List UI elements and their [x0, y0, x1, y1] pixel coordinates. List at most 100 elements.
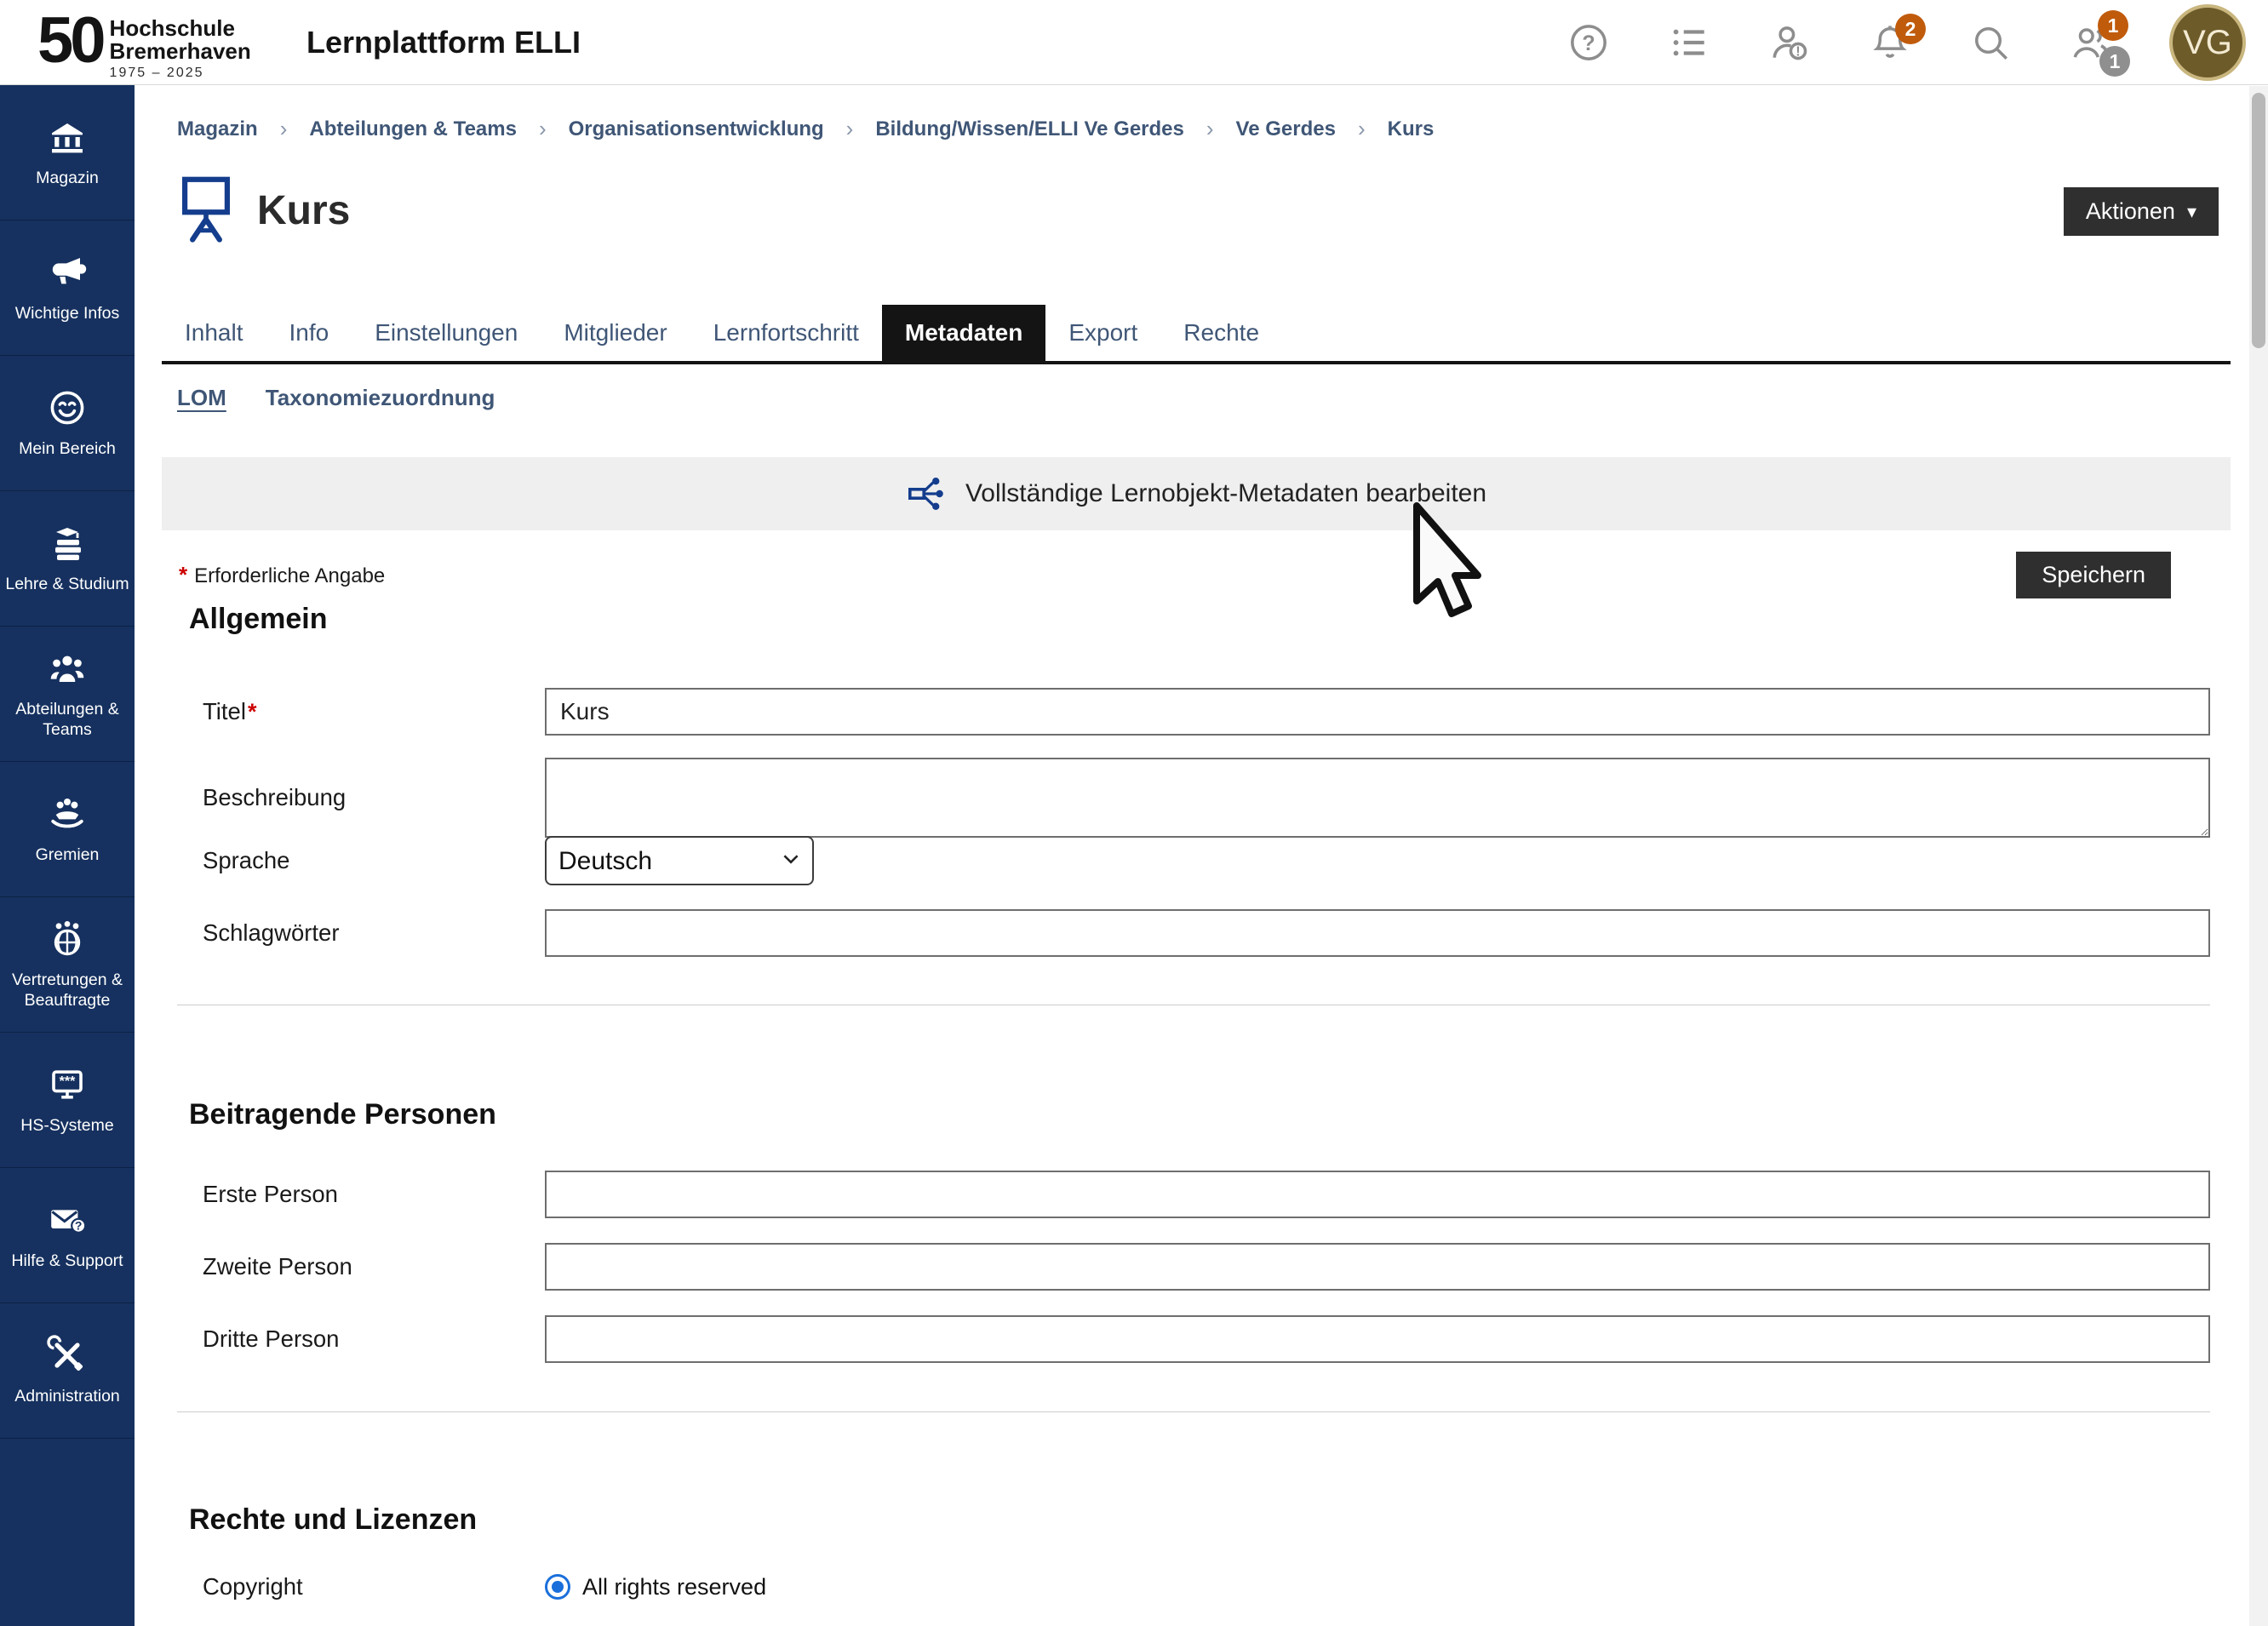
sidebar-item-wichtige-infos[interactable]: Wichtige Infos [0, 220, 135, 356]
breadcrumb-separator: › [280, 116, 288, 142]
tab-lernfortschritt[interactable]: Lernfortschritt [690, 305, 882, 361]
breadcrumb-separator: › [846, 116, 854, 142]
sidebar-item-mein-bereich[interactable]: Mein Bereich [0, 356, 135, 491]
members-badge-new: 1 [2098, 10, 2128, 41]
breadcrumb-item-bildung-wissen[interactable]: Bildung/Wissen/ELLI Ve Gerdes [875, 117, 1184, 141]
smiley-icon [47, 387, 88, 428]
save-button[interactable]: Speichern [2016, 552, 2171, 598]
sidebar-item-label: Magazin [36, 168, 99, 188]
app-title: Lernplattform ELLI [306, 25, 581, 60]
required-asterisk: * [179, 562, 187, 587]
sidebar-item-administration[interactable]: Administration [0, 1303, 135, 1439]
mail-question-icon: ? [47, 1199, 88, 1240]
tab-export[interactable]: Export [1045, 305, 1160, 361]
sidebar-item-label: Hilfe & Support [11, 1251, 123, 1271]
members-button[interactable]: 1 1 [2069, 20, 2113, 65]
breadcrumb-separator: › [1358, 116, 1366, 142]
edit-full-metadata-bar[interactable]: Vollständige Lernobjekt-Metadaten bearbe… [162, 457, 2231, 530]
notifications-button[interactable]: 2 [1868, 20, 1912, 65]
help-icon: ? [1567, 21, 1610, 64]
main-content: Magazin › Abteilungen & Teams › Organisa… [135, 85, 2249, 1626]
logo-line1: Hochschule [110, 17, 251, 40]
list-icon [1668, 21, 1710, 64]
members-badge-count: 1 [2099, 46, 2130, 77]
required-asterisk: * [248, 699, 257, 724]
user-avatar[interactable]: VG [2169, 4, 2246, 81]
crossed-tools-icon [47, 1335, 88, 1376]
field-row-beschreibung: Beschreibung [177, 758, 2210, 838]
field-row-titel: Titel* [177, 688, 2210, 736]
metadata-subtabs: LOM Taxonomiezuordnung [177, 385, 495, 411]
page-title: Kurs [257, 187, 350, 234]
field-row-schlagwoerter: Schlagwörter [177, 909, 2210, 957]
sidebar-item-vertretungen[interactable]: Vertretungen & Beauftragte [0, 897, 135, 1033]
books-icon [47, 523, 88, 564]
monitor-asterisks-icon: *** [47, 1064, 88, 1105]
sidebar-item-label: Lehre & Studium [5, 574, 129, 594]
sidebar-item-label: Wichtige Infos [15, 303, 119, 323]
titel-label: Titel* [177, 698, 545, 725]
actions-button[interactable]: Aktionen ▾ [2064, 187, 2219, 236]
tab-rechte[interactable]: Rechte [1160, 305, 1282, 361]
tab-metadaten[interactable]: Metadaten [882, 305, 1045, 361]
page-header: Kurs [177, 174, 350, 248]
pending-requests-button[interactable]: ! [1767, 20, 1812, 65]
svg-text:***: *** [60, 1074, 76, 1089]
logo-50: 50 [37, 7, 103, 75]
zweite-person-label: Zweite Person [177, 1253, 545, 1280]
field-row-zweite-person: Zweite Person [177, 1243, 2210, 1291]
main-sidebar: Magazin Wichtige Infos Mein Bereich [0, 85, 135, 1626]
subtab-lom[interactable]: LOM [177, 385, 226, 411]
zweite-person-input[interactable] [545, 1243, 2210, 1291]
copyright-radio-group: All rights reserved [545, 1574, 2210, 1600]
user-alert-icon: ! [1768, 21, 1811, 64]
edit-full-metadata-label: Vollständige Lernobjekt-Metadaten bearbe… [965, 479, 1486, 508]
tab-info[interactable]: Info [266, 305, 352, 361]
app-window: 50 Hochschule Bremerhaven 1975 – 2025 Le… [0, 0, 2268, 1626]
sidebar-item-magazin[interactable]: Magazin [0, 85, 135, 220]
sidebar-item-label: Gremien [36, 844, 100, 865]
dritte-person-input[interactable] [545, 1315, 2210, 1363]
copyright-radio-selected[interactable] [545, 1574, 570, 1600]
field-row-dritte-person: Dritte Person [177, 1315, 2210, 1363]
schlagwoerter-input[interactable] [545, 909, 2210, 957]
page-scrollbar[interactable] [2249, 86, 2268, 1626]
sidebar-item-gremien[interactable]: Gremien [0, 762, 135, 897]
help-button[interactable]: ? [1566, 20, 1611, 65]
beschreibung-textarea[interactable] [545, 758, 2210, 838]
course-tabs: Inhalt Info Einstellungen Mitglieder Ler… [162, 305, 2231, 364]
overview-list-button[interactable] [1667, 20, 1711, 65]
tab-einstellungen[interactable]: Einstellungen [352, 305, 541, 361]
scrollbar-thumb[interactable] [2252, 93, 2265, 348]
globe-people-icon [47, 919, 88, 959]
erste-person-input[interactable] [545, 1171, 2210, 1218]
breadcrumb-item-kurs[interactable]: Kurs [1388, 117, 1435, 141]
search-button[interactable] [1968, 20, 2013, 65]
tab-mitglieder[interactable]: Mitglieder [541, 305, 690, 361]
sidebar-item-hs-systeme[interactable]: *** HS-Systeme [0, 1033, 135, 1168]
sprache-select[interactable]: Deutsch [545, 836, 814, 885]
field-row-erste-person: Erste Person [177, 1171, 2210, 1218]
top-header: 50 Hochschule Bremerhaven 1975 – 2025 Le… [0, 0, 2268, 85]
dritte-person-label: Dritte Person [177, 1325, 545, 1353]
search-icon [1969, 21, 2012, 64]
subtab-taxonomiezuordnung[interactable]: Taxonomiezuordnung [266, 385, 495, 411]
people-group-icon [47, 648, 88, 689]
field-row-sprache: Sprache Deutsch [177, 836, 2210, 885]
sidebar-item-label: Abteilungen & Teams [4, 699, 130, 741]
sidebar-item-abteilungen-teams[interactable]: Abteilungen & Teams [0, 627, 135, 762]
share-nodes-icon [906, 473, 947, 514]
breadcrumb-item-ve-gerdes[interactable]: Ve Gerdes [1236, 117, 1336, 141]
breadcrumb-item-abteilungen[interactable]: Abteilungen & Teams [309, 117, 517, 141]
tab-inhalt[interactable]: Inhalt [162, 305, 266, 361]
breadcrumb-item-organisationsentwicklung[interactable]: Organisationsentwicklung [569, 117, 824, 141]
logo-line2: Bremerhaven [110, 40, 251, 63]
section-title-allgemein: Allgemein [189, 603, 327, 636]
sidebar-item-hilfe-support[interactable]: ? Hilfe & Support [0, 1168, 135, 1303]
breadcrumb-item-magazin[interactable]: Magazin [177, 117, 258, 141]
people-on-hand-icon [47, 793, 88, 834]
header-toolbar: ? ! [1566, 0, 2246, 85]
titel-input[interactable] [545, 688, 2210, 736]
sidebar-item-lehre-studium[interactable]: Lehre & Studium [0, 491, 135, 627]
svg-text:?: ? [75, 1218, 83, 1232]
